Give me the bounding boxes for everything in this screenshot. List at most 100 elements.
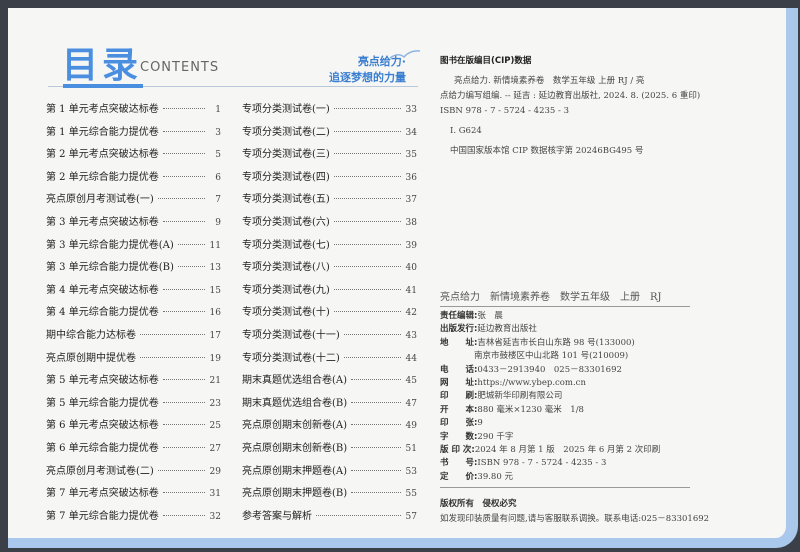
toc-entry[interactable]: 专项分类测试卷(十) 42: [242, 303, 417, 326]
toc-entry-title: 第 1 单元综合能力提优卷: [46, 126, 159, 138]
imprint-row: 责任编辑:张 晨: [440, 310, 690, 323]
toc-entry[interactable]: 专项分类测试卷(四) 36: [242, 168, 417, 191]
toc-entry[interactable]: 专项分类测试卷(二) 34: [242, 123, 417, 146]
leader-dots: [351, 401, 401, 403]
toc-entry[interactable]: 第 3 单元综合能力提优卷(B) 13: [46, 258, 221, 281]
toc-entry[interactable]: 专项分类测试卷(三) 35: [242, 145, 417, 168]
imprint-value: 290 千字: [477, 431, 514, 442]
leader-dots: [157, 198, 205, 200]
toc-entry-page: 36: [405, 172, 417, 183]
imprint-label: 出版发行:: [440, 324, 478, 335]
imprint-row: 电 话:0433－2913940 025－83301692: [440, 364, 690, 377]
toc-entry-title: 期末真题优选组合卷(A): [242, 375, 348, 387]
slogan-line: 追逐梦想的力量: [329, 71, 406, 84]
toc-entry[interactable]: 亮点原创月考测试卷(二) 29: [46, 462, 221, 485]
imprint-value: 南京市鼓楼区中山北路 101 号(210009): [474, 351, 629, 362]
toc-entry[interactable]: 第 4 单元综合能力提优卷 16: [46, 303, 221, 326]
toc-entry-title: 第 5 单元综合能力提优卷: [46, 397, 159, 409]
toc-entry[interactable]: 第 6 单元综合能力提优卷 27: [46, 439, 221, 462]
toc-entry-title: 专项分类测试卷(五): [242, 194, 330, 206]
toc-entry-title: 亮点原创月考测试卷(二): [46, 465, 154, 477]
toc-entry-page: 34: [405, 127, 417, 138]
imprint-label: 开 本:: [440, 404, 478, 415]
toc-entry-title: 亮点原创期末押题卷(A): [242, 465, 348, 477]
toc-entry[interactable]: 第 5 单元考点突破达标卷 21: [46, 371, 221, 394]
toc-entry[interactable]: 期末真题优选组合卷(B) 47: [242, 394, 417, 417]
toc-entry[interactable]: 专项分类测试卷(八) 40: [242, 258, 417, 281]
toc-entry-title: 期末真题优选组合卷(B): [242, 397, 348, 409]
imprint-row: 开 本:880 毫米×1230 毫米 1/8: [440, 404, 690, 417]
leader-dots: [333, 288, 401, 290]
toc-entry[interactable]: 第 1 单元考点突破达标卷 1: [46, 100, 221, 123]
toc-entry-page: 45: [405, 376, 417, 387]
toc-entry[interactable]: 专项分类测试卷(六) 38: [242, 213, 417, 236]
toc-entry-page: 41: [405, 285, 417, 296]
toc-entry-title: 专项分类测试卷(六): [242, 216, 330, 228]
leader-dots: [162, 153, 205, 155]
toc-entry-title: 第 7 单元综合能力提优卷: [46, 510, 159, 522]
toc-entry[interactable]: 亮点原创期末创新卷(B) 51: [242, 439, 417, 462]
toc-entry-title: 第 6 单元考点突破达标卷: [46, 420, 159, 432]
toc-entry[interactable]: 亮点原创期末押题卷(B) 55: [242, 484, 417, 507]
toc-entry[interactable]: 专项分类测试卷(七) 39: [242, 236, 417, 259]
toc-entry[interactable]: 第 2 单元考点突破达标卷 5: [46, 145, 221, 168]
toc-entry[interactable]: 亮点原创月考测试卷(一) 7: [46, 190, 221, 213]
toc-entry[interactable]: 专项分类测试卷(十二) 44: [242, 349, 417, 372]
toc-entry-page: 40: [405, 263, 417, 274]
imprint-label: 书 号:: [440, 458, 478, 469]
toc-entry-title: 第 5 单元考点突破达标卷: [46, 375, 159, 387]
toc-left-column: 第 1 单元考点突破达标卷 1 第 1 单元综合能力提优卷 3 第 2 单元考点突破达标…: [46, 100, 221, 529]
toc-right-column: 专项分类测试卷(一) 33 专项分类测试卷(二) 34 专项分类测试卷(三) 35 专项分类…: [242, 100, 417, 529]
imprint-row: 字 数:290 千字: [440, 431, 690, 444]
toc-entry[interactable]: 参考答案与解析 57: [242, 507, 417, 530]
imprint-value: 39.80 元: [477, 471, 513, 482]
toc-entry[interactable]: 亮点原创期中提优卷 19: [46, 349, 221, 372]
toc-entry[interactable]: 亮点原创期末押题卷(A) 53: [242, 462, 417, 485]
toc-entry-title: 专项分类测试卷(十): [242, 307, 330, 319]
imprint-row: 书 号:ISBN 978 - 7 - 5724 - 4235 - 3: [440, 457, 690, 470]
toc-entry[interactable]: 期中综合能力达标卷 17: [46, 326, 221, 349]
leader-dots: [162, 514, 205, 516]
toc-entry-page: 49: [405, 421, 417, 432]
toc-entry-title: 第 3 单元综合能力提优卷(B): [46, 262, 174, 274]
imprint-value: ISBN 978 - 7 - 5724 - 4235 - 3: [477, 458, 607, 469]
toc-entry-page: 57: [405, 511, 417, 522]
toc-entry[interactable]: 第 3 单元综合能力提优卷(A) 11: [46, 236, 221, 259]
toc-entry[interactable]: 第 4 单元考点突破达标卷 15: [46, 281, 221, 304]
toc-entry-title: 专项分类测试卷(十二): [242, 352, 340, 364]
toc-entry[interactable]: 专项分类测试卷(一) 33: [242, 100, 417, 123]
toc-entry[interactable]: 亮点原创期末创新卷(A) 49: [242, 416, 417, 439]
leader-dots: [162, 108, 205, 109]
cip-line: Ⅰ. G624: [450, 126, 482, 136]
toc-entry[interactable]: 第 7 单元考点突破达标卷 31: [46, 484, 221, 507]
imprint-value: 肥城新华印刷有限公司: [477, 391, 563, 402]
toc-entry-title: 第 2 单元综合能力提优卷: [46, 171, 159, 183]
toc-entry-page: 39: [405, 240, 417, 251]
toc-entry[interactable]: 第 6 单元考点突破达标卷 25: [46, 416, 221, 439]
toc-entry-title: 专项分类测试卷(七): [242, 239, 330, 251]
toc-entry[interactable]: 第 7 单元综合能力提优卷 32: [46, 507, 221, 530]
toc-entry[interactable]: 第 1 单元综合能力提优卷 3: [46, 123, 221, 146]
toc-entry[interactable]: 第 5 单元综合能力提优卷 23: [46, 394, 221, 417]
toc-entry-title: 第 6 单元综合能力提优卷: [46, 442, 159, 454]
toc-entry[interactable]: 第 3 单元考点突破达标卷 9: [46, 213, 221, 236]
toc-entry-page: 32: [209, 511, 221, 522]
toc-entry-page: 47: [405, 398, 417, 409]
imprint-label: 电 话:: [440, 364, 478, 375]
cip-line: 点给力编写组编. -- 延吉 : 延边教育出版社, 2024. 8. (2025…: [440, 91, 701, 101]
toc-entry[interactable]: 专项分类测试卷(五) 37: [242, 190, 417, 213]
imprint-row: 南京市鼓楼区中山北路 101 号(210009): [440, 350, 690, 363]
toc-entry[interactable]: 第 2 单元综合能力提优卷 6: [46, 168, 221, 191]
toc-entry[interactable]: 专项分类测试卷(九) 41: [242, 281, 417, 304]
imprint-block: 亮点给力 新情境素养卷 数学五年级 上册 RJ 责任编辑:张 晨出版发行:延边教…: [440, 288, 690, 489]
imprint-label: 字 数:: [440, 431, 478, 442]
leader-dots: [343, 333, 401, 335]
toc-entry-title: 亮点原创期末创新卷(B): [242, 442, 348, 454]
toc-entry-page: 33: [405, 105, 417, 115]
toc-entry-page: 29: [209, 466, 221, 477]
toc-entry[interactable]: 期末真题优选组合卷(A) 45: [242, 371, 417, 394]
imprint-value: 880 毫米×1230 毫米 1/8: [477, 404, 584, 415]
toc-entry-title: 第 4 单元综合能力提优卷: [46, 307, 159, 319]
toc-entry[interactable]: 专项分类测试卷(十一) 43: [242, 326, 417, 349]
toc-entry-page: 27: [209, 443, 221, 454]
